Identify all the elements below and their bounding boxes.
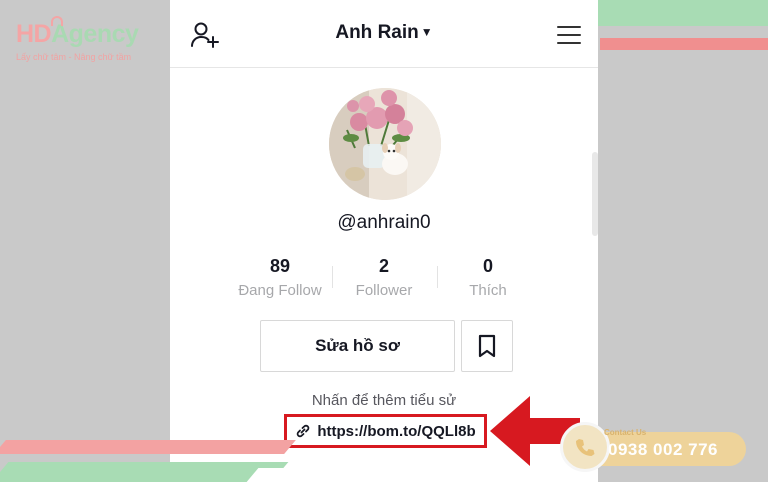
- bookmark-button[interactable]: [461, 320, 513, 372]
- avatar[interactable]: [329, 88, 441, 200]
- brand-logo: HDAgency Lấy chữ tâm - Nâng chữ tầm: [16, 16, 166, 62]
- stat-divider: [332, 266, 333, 288]
- contact-label: Contact Us: [604, 428, 647, 437]
- profile-handle: @anhrain0: [337, 212, 431, 233]
- logo-tagline: Lấy chữ tâm - Nâng chữ tầm: [16, 52, 132, 62]
- phone-icon: [560, 422, 610, 472]
- contact-badge[interactable]: Contact Us 0938 002 776: [560, 422, 746, 472]
- logo-agency-text: Agency: [51, 20, 139, 48]
- decor-stripe: [0, 462, 289, 482]
- bookmark-icon: [478, 334, 496, 358]
- stat-following-label: Đang Follow: [238, 282, 322, 299]
- menu-icon[interactable]: [557, 26, 581, 46]
- contact-phone: 0938 002 776: [608, 440, 718, 459]
- stat-followers-label: Follower: [355, 282, 413, 299]
- stat-likes-value: 0: [482, 256, 493, 276]
- decor-stripe: [0, 440, 296, 454]
- profile-header: Anh Rain ▼: [170, 0, 598, 68]
- logo-mark-icon: [51, 16, 63, 26]
- scroll-indicator: [592, 152, 598, 236]
- profile-username: Anh Rain: [335, 22, 419, 43]
- edit-profile-button[interactable]: Sửa hồ sơ: [260, 320, 455, 372]
- bio-link-text: https://bom.to/QQLl8b: [317, 422, 476, 440]
- chevron-down-icon: ▼: [420, 25, 433, 39]
- stat-following-value: 89: [269, 256, 291, 276]
- stat-likes[interactable]: 0 Thích: [438, 256, 538, 299]
- decor-stripe: [600, 38, 768, 50]
- avatar-image: [329, 88, 441, 200]
- stat-followers-value: 2: [378, 256, 389, 276]
- link-icon: [297, 424, 310, 438]
- bio-link[interactable]: https://bom.to/QQLl8b: [284, 414, 487, 448]
- stat-likes-label: Thích: [469, 282, 507, 299]
- screenshot-stage: HDAgency Lấy chữ tâm - Nâng chữ tầm Anh …: [0, 0, 768, 482]
- stat-followers[interactable]: 2 Follower: [334, 256, 434, 299]
- logo-hd-text: HD: [16, 20, 52, 48]
- account-switcher[interactable]: Anh Rain ▼: [170, 22, 598, 44]
- stat-following[interactable]: 89 Đang Follow: [230, 256, 330, 299]
